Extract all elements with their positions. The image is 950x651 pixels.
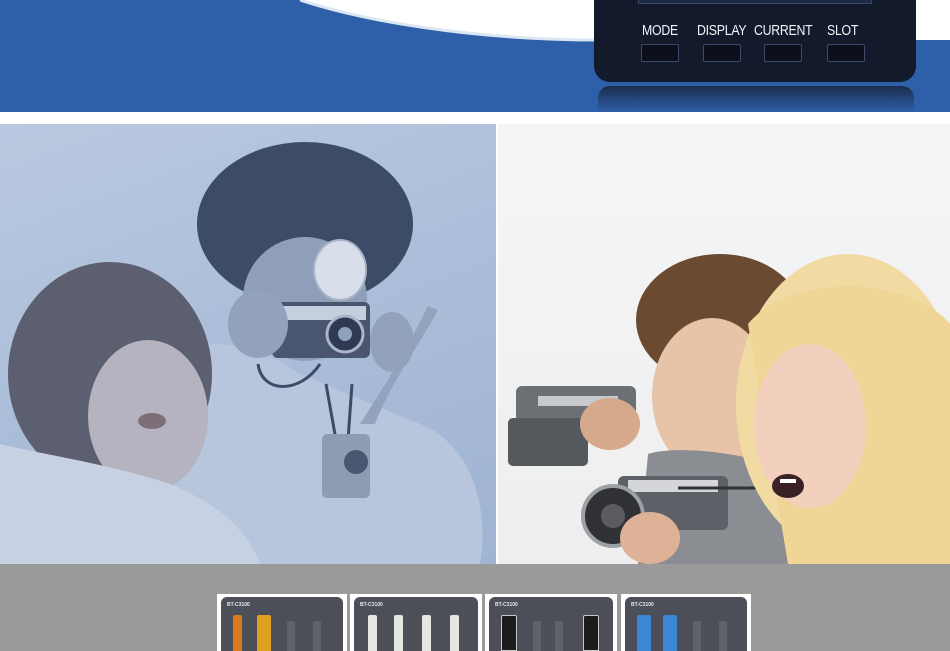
empty-slot [719, 621, 727, 651]
charger-control-panel: MODE DISPLAY CURRENT SLOT [594, 0, 916, 82]
charger-model-label: BT-C3100 [360, 602, 383, 608]
current-button[interactable] [764, 44, 802, 62]
charger-gallery-strip: BT-C3100 BT-C3100 BT-C3100 BT-C3100 [0, 564, 950, 651]
empty-slot [287, 621, 295, 651]
charger-thumbnail-1[interactable]: BT-C3100 [217, 594, 347, 651]
charger-model-label: BT-C3100 [631, 602, 654, 608]
charger-body: BT-C3100 [625, 597, 747, 651]
current-label: CURRENT [754, 22, 813, 39]
charger-body: BT-C3100 [354, 597, 478, 651]
battery-cell [637, 615, 651, 651]
battery-cell [233, 615, 242, 651]
battery-cell [394, 615, 403, 651]
battery-cell [450, 615, 459, 651]
charger-thumbnail-3[interactable]: BT-C3100 [485, 594, 617, 651]
slot-label: SLOT [827, 22, 859, 39]
charger-thumbnail-4[interactable]: BT-C3100 [621, 594, 751, 651]
empty-slot [313, 621, 321, 651]
charger-body: BT-C3100 [489, 597, 613, 651]
slot-button[interactable] [827, 44, 865, 62]
photo-friends-with-cameras [0, 124, 496, 564]
battery-cell [663, 615, 677, 651]
mode-button[interactable] [641, 44, 679, 62]
empty-slot [533, 621, 541, 651]
lcd-screen [638, 0, 872, 4]
battery-cell [368, 615, 377, 651]
charger-body: BT-C3100 [221, 597, 343, 651]
display-label: DISPLAY [697, 22, 747, 39]
battery-cell [501, 615, 517, 651]
charger-model-label: BT-C3100 [495, 602, 518, 608]
battery-cell [257, 615, 271, 651]
battery-cell [422, 615, 431, 651]
charger-thumbnail-2[interactable]: BT-C3100 [350, 594, 482, 651]
photo-couple-with-cameras [498, 124, 950, 564]
empty-slot [693, 621, 701, 651]
display-button[interactable] [703, 44, 741, 62]
empty-slot [555, 621, 563, 651]
charger-model-label: BT-C3100 [227, 602, 250, 608]
divider [0, 112, 950, 124]
mode-label: MODE [642, 22, 678, 39]
battery-cell [583, 615, 599, 651]
device-reflection [598, 86, 914, 112]
top-banner: MODE DISPLAY CURRENT SLOT [0, 0, 950, 112]
